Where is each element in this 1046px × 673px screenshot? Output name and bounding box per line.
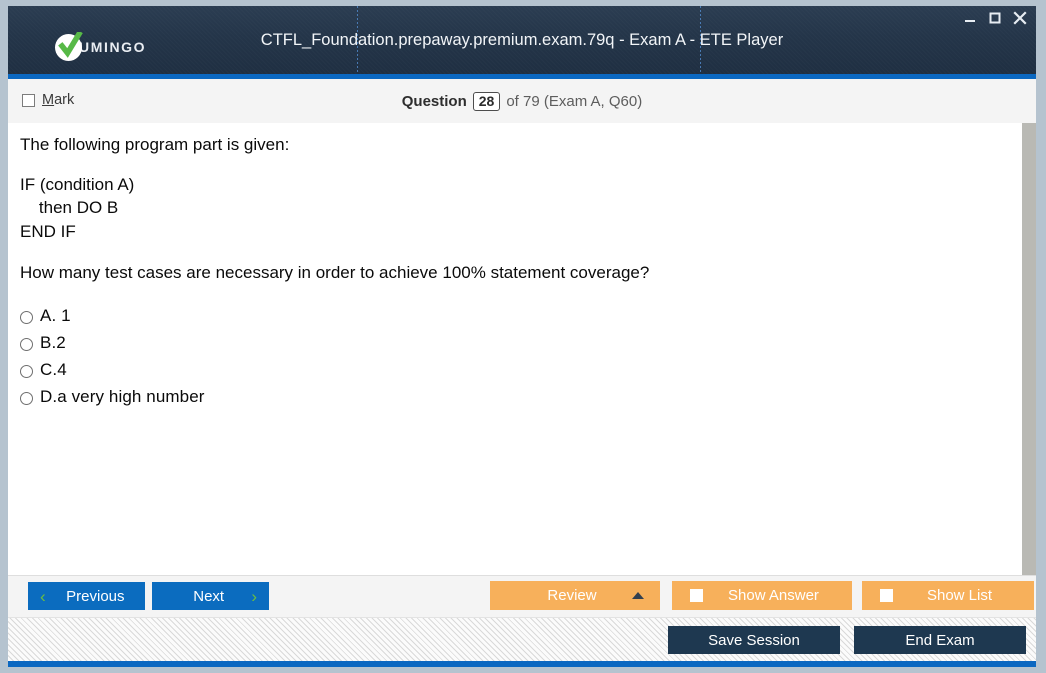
answer-option-d-label: D.a very high number (40, 387, 205, 406)
footer-accent-line (8, 661, 1036, 667)
radio-button-b[interactable] (20, 338, 33, 351)
minimize-icon[interactable] (962, 10, 978, 26)
answer-option[interactable]: D.a very high number (20, 386, 980, 413)
question-number-field[interactable]: 28 (472, 91, 501, 111)
save-session-button[interactable]: Save Session (668, 626, 840, 654)
window-title: CTFL_Foundation.prepaway.premium.exam.79… (260, 30, 784, 49)
answer-option[interactable]: C.4 (20, 359, 980, 386)
radio-button-d[interactable] (20, 392, 33, 405)
chevron-right-icon: › (251, 586, 257, 606)
radio-button-c[interactable] (20, 365, 33, 378)
radio-button-a[interactable] (20, 311, 33, 324)
question-counter: Question 28 of 79 (Exam A, Q60) (8, 79, 1036, 123)
navigation-bar: ‹ Previous Next › Review Show Answer Sho… (8, 575, 1036, 618)
question-prompt: How many test cases are necessary in ord… (20, 263, 650, 282)
answer-option[interactable]: B.2 (20, 332, 980, 359)
answer-option-c-label: C.4 (40, 360, 67, 379)
logo-text: UMINGO (79, 39, 147, 55)
show-answer-button[interactable]: Show Answer (672, 581, 852, 610)
end-exam-label: End Exam (905, 631, 975, 649)
titlebar-divider-left (357, 6, 358, 74)
window-controls (962, 10, 1028, 26)
question-intro: The following program part is given: (20, 135, 290, 154)
review-button[interactable]: Review (490, 581, 660, 610)
answer-option-a-label: A. 1 (40, 306, 71, 325)
window-frame-right (1036, 0, 1046, 673)
answer-options-list: A. 1 B.2 C.4 D.a very high number (20, 305, 980, 413)
title-bar: UMINGO CTFL_Foundation.prepaway.premium.… (8, 6, 1036, 74)
question-word: Question (401, 92, 467, 110)
checkmark-icon (55, 31, 83, 61)
close-icon[interactable] (1012, 10, 1028, 26)
show-list-checkbox[interactable] (880, 589, 893, 602)
answer-option-b-label: B.2 (40, 333, 66, 352)
previous-button-label: Previous (66, 587, 125, 605)
review-button-label: Review (547, 587, 597, 604)
show-answer-checkbox[interactable] (690, 589, 703, 602)
caret-up-icon (632, 592, 644, 599)
save-session-label: Save Session (708, 631, 800, 649)
question-code-block: IF (condition A) then DO B END IF (20, 174, 135, 241)
question-header-bar: Mark Question 28 of 79 (Exam A, Q60) (8, 79, 1036, 124)
end-exam-button[interactable]: End Exam (854, 626, 1026, 654)
maximize-icon[interactable] (987, 10, 1003, 26)
question-text: The following program part is given: IF … (20, 133, 980, 301)
window-frame-left (0, 0, 8, 673)
content-scrollbar[interactable] (1022, 123, 1036, 575)
show-list-button[interactable]: Show List (862, 581, 1034, 610)
titlebar-divider-right (700, 6, 701, 74)
next-button-label: Next (193, 587, 225, 605)
window-frame-bottom (0, 667, 1046, 673)
footer-bar: Save Session End Exam (8, 617, 1036, 662)
answer-option[interactable]: A. 1 (20, 305, 980, 332)
app-logo: UMINGO (55, 31, 147, 62)
ete-player-window: UMINGO CTFL_Foundation.prepaway.premium.… (0, 0, 1046, 673)
show-list-label: Show List (926, 587, 993, 604)
previous-button[interactable]: ‹ Previous (28, 582, 145, 610)
question-content-area: The following program part is given: IF … (8, 123, 1022, 575)
show-answer-label: Show Answer (728, 587, 819, 604)
question-total-text: of 79 (Exam A, Q60) (506, 92, 643, 110)
next-button[interactable]: Next › (152, 582, 269, 610)
